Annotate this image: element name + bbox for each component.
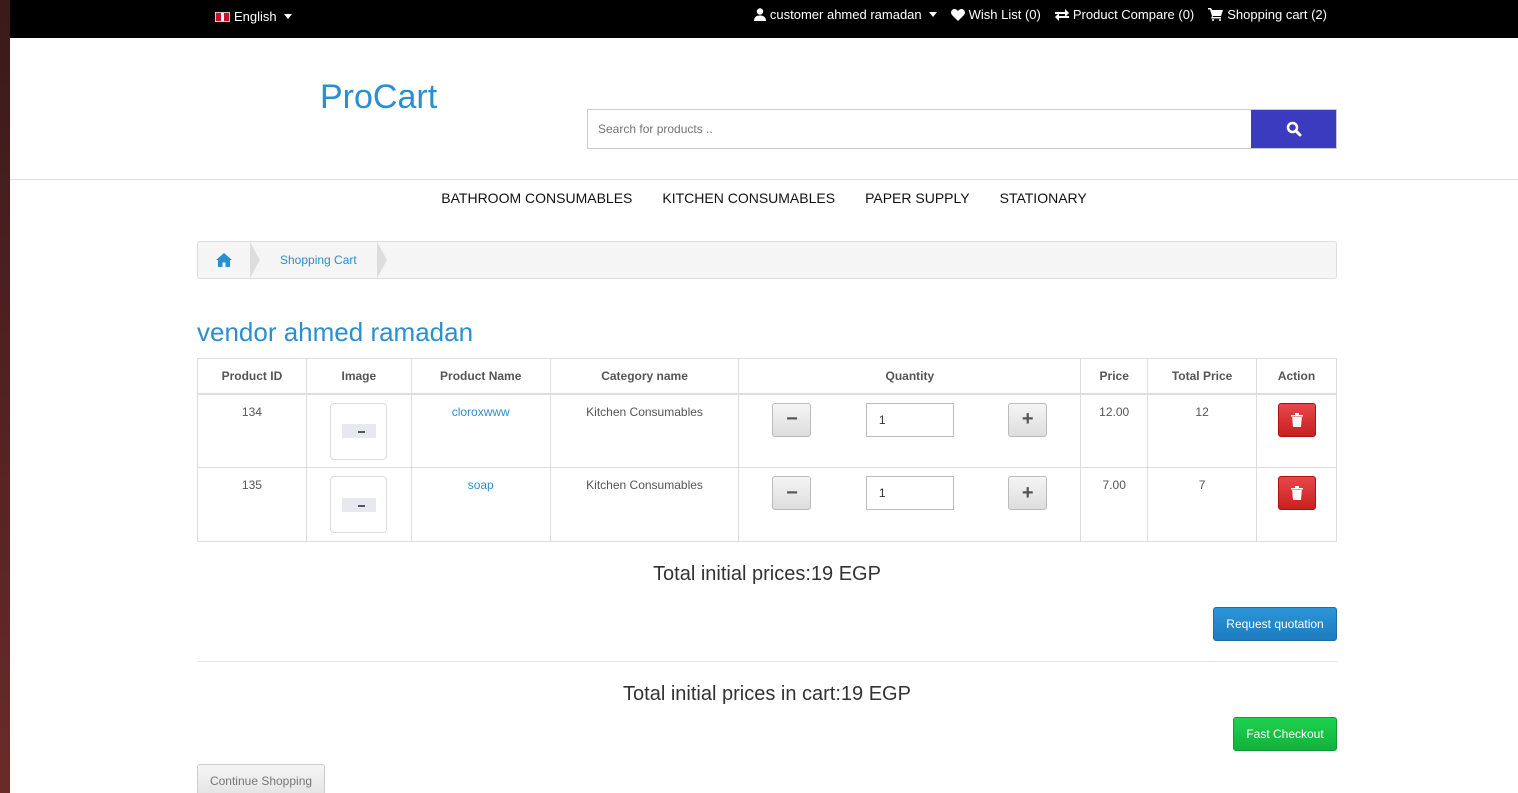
divider (197, 661, 1337, 662)
window-edge (0, 0, 10, 793)
nav-item-paper[interactable]: PAPER SUPPLY (865, 190, 970, 206)
account-label: customer ahmed ramadan (769, 7, 922, 22)
decrease-quantity-button[interactable]: − (772, 476, 812, 510)
product-thumbnail[interactable] (330, 476, 388, 533)
account-menu[interactable]: customer ahmed ramadan (753, 7, 937, 22)
breadcrumb-separator (376, 242, 387, 278)
product-name-cell: soap (410, 467, 551, 542)
product-name-link[interactable]: soap (468, 478, 494, 492)
price: 7.00 (1080, 467, 1149, 542)
search-input[interactable] (588, 110, 1251, 148)
top-bar: English customer ahmed ramadan Wish List… (10, 0, 1518, 38)
continue-shopping-button[interactable]: Continue Shopping (197, 764, 325, 793)
breadcrumb: Shopping Cart (197, 241, 1337, 279)
action-cell (1256, 393, 1337, 468)
increase-quantity-button[interactable]: + (1008, 402, 1048, 437)
language-label: English (234, 9, 277, 24)
compare-link[interactable]: Product Compare (0) (1054, 7, 1195, 22)
quantity-stepper: − 1 + (739, 476, 1080, 510)
decrease-quantity-button[interactable]: − (772, 402, 812, 437)
quantity-stepper: − 1 + (739, 402, 1080, 437)
column-header: Action (1256, 358, 1337, 395)
wishlist-link[interactable]: Wish List (0) (950, 7, 1041, 22)
table-row: 135 soap Kitchen Consumables − 1 + 7.00 … (197, 467, 1337, 542)
column-header: Product Name (410, 358, 551, 395)
nav-item-kitchen[interactable]: KITCHEN CONSUMABLES (662, 190, 835, 206)
language-selector[interactable]: English (215, 9, 292, 24)
caret-down-icon (928, 12, 937, 17)
site-logo[interactable]: ProCart (320, 78, 437, 117)
quantity-input[interactable]: 1 (865, 402, 954, 437)
quantity-input[interactable]: 1 (865, 476, 954, 510)
product-name-cell: cloroxwww (410, 393, 551, 468)
delete-button[interactable] (1277, 402, 1316, 437)
site-header: ProCart (10, 38, 1518, 180)
category-name: Kitchen Consumables (549, 467, 740, 542)
trash-icon (1290, 412, 1303, 427)
exchange-icon (1054, 8, 1069, 21)
cart-icon (1208, 8, 1224, 21)
column-header: Product ID (197, 358, 307, 395)
product-image-cell (305, 393, 412, 468)
fast-checkout-button[interactable]: Fast Checkout (1233, 717, 1337, 751)
vendor-total: Total initial prices:19 EGP (653, 563, 881, 585)
uk-flag-icon (215, 11, 230, 22)
total-price: 7 (1147, 467, 1258, 542)
user-icon (753, 8, 766, 21)
request-quotation-button[interactable]: Request quotation (1213, 607, 1337, 641)
breadcrumb-separator (250, 242, 260, 278)
total-price: 12 (1147, 393, 1258, 468)
compare-label: Product Compare (0) (1072, 7, 1195, 22)
delete-button[interactable] (1277, 476, 1316, 510)
breadcrumb-home[interactable] (198, 242, 250, 278)
search-icon (1286, 121, 1301, 137)
breadcrumb-current[interactable]: Shopping Cart (260, 242, 377, 278)
quantity-cell: − 1 + (738, 467, 1082, 542)
product-id: 135 (197, 467, 307, 542)
search-button[interactable] (1251, 110, 1336, 148)
cart-total: Total initial prices in cart:19 EGP (623, 683, 911, 705)
product-id: 134 (197, 393, 307, 468)
price: 12.00 (1080, 393, 1149, 468)
cart-link[interactable]: Shopping cart (2) (1208, 7, 1327, 22)
category-name: Kitchen Consumables (549, 393, 740, 468)
product-thumbnail[interactable] (330, 402, 388, 460)
heart-icon (950, 8, 965, 21)
wishlist-label: Wish List (0) (968, 7, 1041, 22)
column-header: Price (1080, 358, 1149, 395)
column-header: Category name (549, 358, 740, 395)
product-name-link[interactable]: cloroxwww (452, 405, 510, 419)
table-header-row: Product ID Image Product Name Category n… (197, 358, 1337, 395)
cart-label: Shopping cart (2) (1227, 7, 1327, 22)
nav-item-stationary[interactable]: STATIONARY (1000, 190, 1087, 206)
home-icon (216, 253, 232, 267)
column-header: Quantity (738, 358, 1082, 395)
table-row: 134 cloroxwww Kitchen Consumables − 1 + … (197, 393, 1337, 468)
increase-quantity-button[interactable]: + (1008, 476, 1048, 510)
trash-icon (1290, 486, 1303, 500)
vendor-title: vendor ahmed ramadan (197, 317, 474, 347)
nav-item-bathroom[interactable]: BATHROOM CONSUMABLES (441, 190, 632, 206)
category-nav: BATHROOM CONSUMABLES KITCHEN CONSUMABLES… (10, 190, 1518, 206)
caret-down-icon (283, 14, 292, 19)
quantity-cell: − 1 + (738, 393, 1082, 468)
column-header: Total Price (1147, 358, 1258, 395)
search-bar (587, 109, 1337, 149)
cart-table: Product ID Image Product Name Category n… (197, 358, 1337, 542)
action-cell (1256, 467, 1337, 542)
product-image-cell (305, 467, 412, 542)
column-header: Image (305, 358, 412, 395)
